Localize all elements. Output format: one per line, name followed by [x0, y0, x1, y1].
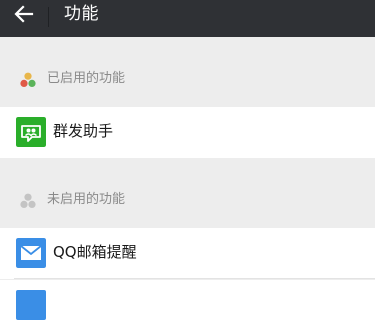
section-label-enabled: 已启用的功能 [47, 71, 126, 86]
section-header-disabled: 未启用的功能 [0, 180, 375, 220]
app-icon [16, 290, 46, 320]
row-divider [14, 278, 375, 279]
feature-label-qq-mail: QQ邮箱提醒 [53, 243, 137, 261]
feature-row-qq-mail[interactable]: QQ邮箱提醒 [0, 228, 375, 279]
top-bar: 功能 [0, 0, 375, 37]
feature-label-group-send: 群发助手 [53, 122, 114, 140]
section-label-disabled: 未启用的功能 [47, 192, 126, 207]
title-divider [48, 7, 49, 27]
mail-icon [16, 238, 46, 268]
three-dots-gray-icon [20, 193, 36, 208]
three-dots-colored-icon [20, 72, 36, 87]
feature-row-next[interactable] [0, 280, 375, 331]
group-send-icon [16, 117, 46, 147]
arrow-left-icon[interactable] [13, 3, 35, 25]
feature-row-group-send[interactable]: 群发助手 [0, 107, 375, 158]
page-title: 功能 [64, 4, 99, 24]
section-header-enabled: 已启用的功能 [0, 59, 375, 99]
